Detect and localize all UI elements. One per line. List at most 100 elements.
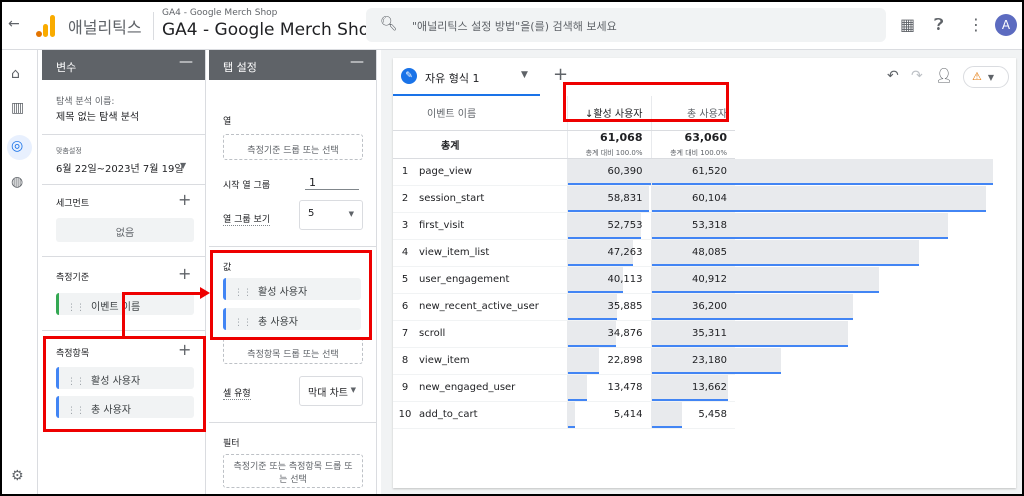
table-row[interactable]: 4 view_item_list 47,263 48,085 xyxy=(393,239,919,267)
row-event-name[interactable]: page_view xyxy=(417,158,567,186)
dropdown-arrow-icon: ▼ xyxy=(348,210,354,218)
table-row[interactable]: 8 view_item 22,898 23,180 xyxy=(393,347,781,375)
row-total-users-value: 61,520 xyxy=(692,166,727,177)
row-total-users: 5,458 xyxy=(650,401,735,429)
highlight-values-box xyxy=(210,250,372,340)
values-drop-zone[interactable]: 측정항목 드롭 또는 선택 xyxy=(223,338,363,364)
row-index: 7 xyxy=(393,320,417,348)
apps-grid-icon[interactable]: ▦ xyxy=(900,15,915,34)
show-groups-select[interactable]: 5 ▼ xyxy=(299,200,363,230)
help-icon[interactable]: ❓︎ xyxy=(934,15,944,35)
row-event-name[interactable]: user_engagement xyxy=(417,266,567,294)
totals-row: 총계 61,068 총계 대비 100.0% 63,060 총계 대비 100.… xyxy=(393,130,735,159)
explore-icon[interactable]: ◎ xyxy=(11,138,23,154)
start-group-label: 시작 열 그룹 xyxy=(223,181,271,191)
row-event-name[interactable]: view_item xyxy=(417,347,567,375)
totals-active-users: 61,068 총계 대비 100.0% xyxy=(566,130,651,159)
row-total-users: 40,912 xyxy=(650,266,879,294)
undo-icon[interactable]: ↶ xyxy=(887,68,899,84)
row-total-users-value: 5,458 xyxy=(698,409,727,420)
app-name: 애널리틱스 xyxy=(68,18,142,37)
search-bar[interactable]: 🔍︎ "애널리틱스 설정 방법"을(를) 검색해 보세요 xyxy=(366,8,886,42)
row-index: 6 xyxy=(393,293,417,321)
row-active-users-value: 40,113 xyxy=(607,274,643,285)
cell-type-select[interactable]: 막대 차트 ▼ xyxy=(299,376,363,406)
table-row[interactable]: 2 session_start 58,831 60,104 xyxy=(393,185,986,213)
table-row[interactable]: 1 page_view 60,390 61,520 xyxy=(393,158,993,186)
drag-handle-icon[interactable]: ⋮⋮ xyxy=(67,303,85,313)
row-total-users-value: 35,311 xyxy=(692,328,727,339)
row-index: 8 xyxy=(393,347,417,375)
dropdown-arrow-icon: ▼ xyxy=(350,386,356,394)
row-index: 3 xyxy=(393,212,417,240)
row-total-users: 36,200 xyxy=(650,293,853,321)
tab-settings-header: 탭 설정 — xyxy=(209,50,376,80)
filters-drop-zone[interactable]: 측정기준 또는 측정항목 드롭 또는 선택 xyxy=(223,454,363,488)
table-row[interactable]: 10 add_to_cart 5,414 5,458 xyxy=(393,401,735,429)
table-row[interactable]: 5 user_engagement 40,113 40,912 xyxy=(393,266,879,294)
columns-label: 열 xyxy=(223,117,232,127)
bar-total-users xyxy=(651,401,682,428)
add-dimension-icon[interactable]: + xyxy=(178,264,191,283)
date-range[interactable]: 6월 22일~2023년 7월 19일 xyxy=(56,160,184,175)
redo-icon[interactable]: ↷ xyxy=(911,68,923,84)
row-active-users-value: 47,263 xyxy=(607,247,643,258)
tab-dropdown-icon[interactable]: ▼ xyxy=(521,70,528,80)
table-row[interactable]: 3 first_visit 52,753 53,318 xyxy=(393,212,948,240)
row-active-users: 52,753 xyxy=(566,212,651,240)
back-arrow-icon[interactable]: ← xyxy=(8,16,20,32)
table-row[interactable]: 6 new_recent_active_user 35,885 36,200 xyxy=(393,293,853,321)
left-nav-rail: ⌂ ▥ ◎ ◍ ⚙ xyxy=(2,50,38,494)
home-icon[interactable]: ⌂ xyxy=(11,66,20,82)
minimize-icon[interactable]: — xyxy=(350,54,364,70)
table-row[interactable]: 7 scroll 34,876 35,311 xyxy=(393,320,848,348)
filters-label: 필터 xyxy=(223,439,240,449)
add-segment-icon[interactable]: + xyxy=(178,190,191,209)
reports-icon[interactable]: ▥ xyxy=(11,100,24,116)
totals-total-users-value: 63,060 xyxy=(684,130,727,144)
row-active-users: 60,390 xyxy=(566,158,651,186)
property-selector[interactable]: GA4 - Google Merch Shop xyxy=(162,20,380,40)
row-total-users-value: 48,085 xyxy=(692,247,727,258)
totals-index xyxy=(393,130,417,159)
advertising-icon[interactable]: ◍ xyxy=(11,174,23,190)
columns-drop-zone[interactable]: 측정기준 드롭 또는 선택 xyxy=(223,134,363,160)
row-event-name[interactable]: scroll xyxy=(417,320,567,348)
dimension-chip[interactable]: ⋮⋮ 이벤트 이름 xyxy=(56,293,194,315)
bar-active-users xyxy=(567,374,587,401)
highlight-arrow-horizontal xyxy=(122,292,202,295)
bar-underline-total-users xyxy=(651,425,682,428)
row-total-users: 23,180 xyxy=(650,347,781,375)
settings-gear-icon[interactable]: ⚙ xyxy=(11,468,24,484)
tab-freeform-1[interactable]: ✎ 자유 형식 1 ▼ xyxy=(393,58,540,96)
avatar[interactable]: A xyxy=(995,14,1017,36)
row-total-users: 60,104 xyxy=(650,185,986,213)
chevron-down-icon: ▼ xyxy=(987,73,995,82)
row-event-name[interactable]: new_recent_active_user xyxy=(417,293,567,321)
date-dropdown-icon[interactable]: ▼ xyxy=(180,161,186,170)
row-event-name[interactable]: add_to_cart xyxy=(417,401,567,429)
date-label: 맞춤설정 xyxy=(56,147,82,155)
bar-active-users xyxy=(567,401,575,428)
property-account[interactable]: GA4 - Google Merch Shop xyxy=(162,8,277,18)
row-event-name[interactable]: view_item_list xyxy=(417,239,567,267)
more-vert-icon[interactable]: ⋮ xyxy=(968,15,984,34)
row-index: 4 xyxy=(393,239,417,267)
dimension-column-header[interactable]: 이벤트 이름 xyxy=(417,96,567,131)
share-user-icon[interactable]: 👤︎ xyxy=(935,68,953,84)
row-active-users: 22,898 xyxy=(566,347,651,375)
row-total-users-value: 23,180 xyxy=(692,355,727,366)
exploration-name-label: 탐색 분석 이름: xyxy=(56,97,115,107)
table-row[interactable]: 9 new_engaged_user 13,478 13,662 xyxy=(393,374,735,402)
totals-total-users-pct: 총계 대비 100.0% xyxy=(670,148,727,157)
row-event-name[interactable]: first_visit xyxy=(417,212,567,240)
row-active-users: 13,478 xyxy=(566,374,651,402)
data-quality-warning-button[interactable]: ⚠ ▼ xyxy=(963,66,1009,88)
start-group-input[interactable]: 1 xyxy=(305,176,359,190)
row-event-name[interactable]: session_start xyxy=(417,185,567,213)
minimize-icon[interactable]: — xyxy=(179,54,193,70)
row-active-users-value: 34,876 xyxy=(607,328,643,339)
divider xyxy=(42,134,206,135)
exploration-name[interactable]: 제목 없는 탐색 분석 xyxy=(56,108,139,123)
row-event-name[interactable]: new_engaged_user xyxy=(417,374,567,402)
